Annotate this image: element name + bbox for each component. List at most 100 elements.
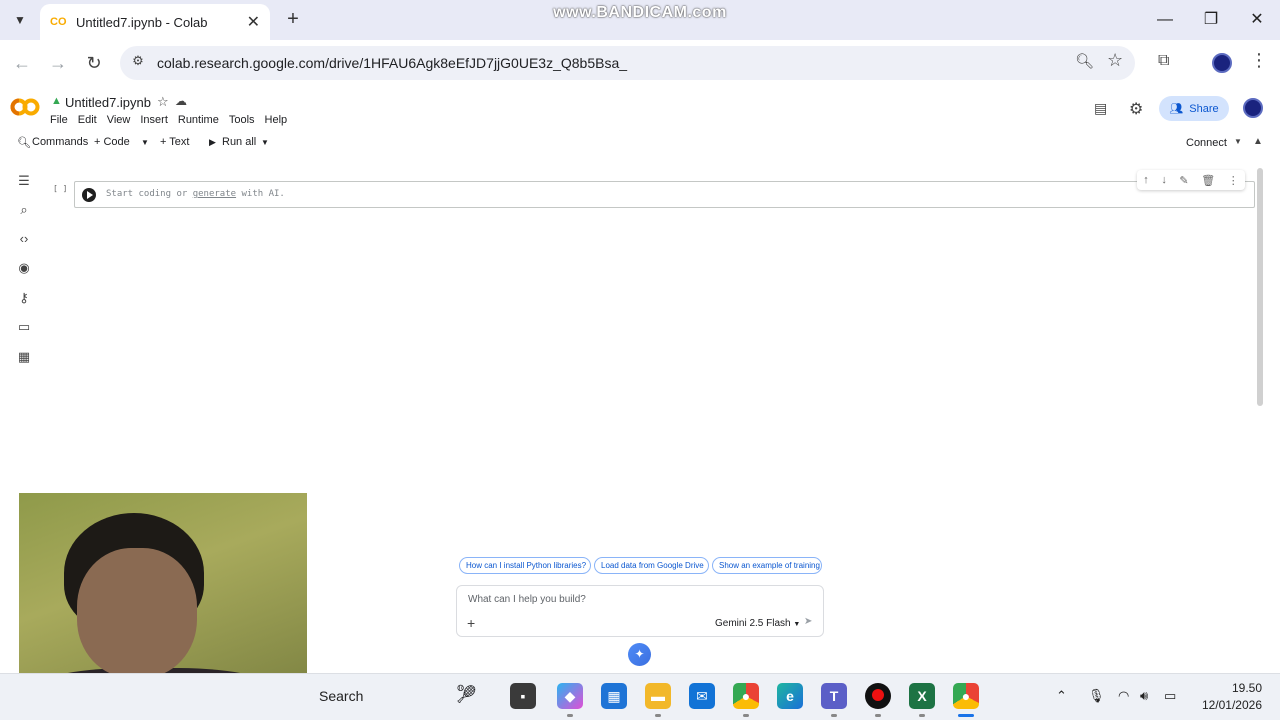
microphone-icon[interactable]: 🎙︎ — [1088, 688, 1105, 704]
model-name: Gemini 2.5 Flash — [715, 618, 791, 629]
zoom-icon[interactable]: 🔍︎ — [1075, 52, 1094, 70]
tray-overflow-icon[interactable]: ⌃ — [1056, 688, 1067, 704]
add-attachment-icon[interactable]: + — [467, 615, 475, 631]
running-indicator — [919, 714, 925, 717]
menu-insert[interactable]: Insert — [140, 114, 168, 128]
code-dropdown-icon[interactable]: ▼ — [141, 138, 149, 147]
forward-arrow-icon[interactable]: → — [46, 52, 70, 76]
recording-watermark: www.BANDICAM.com — [553, 4, 727, 21]
running-indicator — [567, 714, 573, 717]
code-snippets-icon[interactable]: ‹› — [14, 229, 34, 249]
task-view-icon[interactable]: ▪ — [510, 683, 536, 709]
search-highlight-icon: 🎾︎ — [455, 684, 478, 704]
site-info-icon[interactable]: ⚙ — [128, 53, 148, 73]
delete-trash-icon[interactable]: 🗑︎ — [1201, 174, 1215, 187]
model-selector[interactable]: Gemini 2.5 Flash ▼ — [715, 618, 800, 629]
gemini-prompt-box[interactable]: What can I help you build? + Gemini 2.5 … — [456, 585, 824, 637]
add-code-button[interactable]: + Code — [94, 136, 130, 148]
back-arrow-icon[interactable]: ← — [10, 52, 34, 76]
taskbar-search[interactable]: Search — [319, 688, 363, 704]
search-icon[interactable]: 🔍︎ — [17, 136, 31, 149]
browser-tab-strip: ▼ CO Untitled7.ipynb - Colab ✕ + www.BAN… — [0, 0, 1280, 40]
more-options-icon[interactable]: ⋮ — [1228, 174, 1239, 187]
code-cell[interactable]: Start coding or generate with AI. — [74, 181, 1255, 208]
secrets-key-icon[interactable]: ⚷ — [14, 288, 34, 308]
generate-link[interactable]: generate — [193, 189, 236, 199]
run-all-dropdown-icon[interactable]: ▼ — [261, 138, 269, 147]
colab-logo-icon[interactable] — [10, 97, 40, 117]
copilot-icon[interactable]: ◆ — [557, 683, 583, 709]
edge-icon[interactable]: e — [777, 683, 803, 709]
taskbar: Search 🎾︎ ▪ ◆ ▦ ▬ ✉ ● e T X ● ⌃ 🎙︎ ◠ 🔊︎ … — [0, 673, 1280, 720]
chrome-profile-icon[interactable]: ● — [953, 683, 979, 709]
collapse-header-icon[interactable]: ▲ — [1253, 136, 1263, 147]
cell-toolbar: ↑ ↓ ✎ 🗑︎ ⋮ — [1137, 170, 1245, 190]
new-tab-button[interactable]: + — [282, 8, 304, 30]
address-bar[interactable]: ⚙ colab.research.google.com/drive/1HFAU6… — [120, 46, 1135, 80]
add-text-button[interactable]: + Text — [160, 136, 189, 148]
run-all-button[interactable]: Run all — [222, 136, 256, 148]
play-icon: ▶ — [209, 137, 216, 147]
restore-button[interactable]: ❐ — [1196, 8, 1226, 32]
file-explorer-icon[interactable]: ▬ — [645, 683, 671, 709]
suggestion-chip-install[interactable]: How can I install Python libraries? — [459, 557, 591, 574]
menu-help[interactable]: Help — [265, 114, 288, 128]
bookmark-star-icon[interactable]: ☆ — [1107, 50, 1123, 71]
tab-close-icon[interactable]: ✕ — [247, 12, 260, 32]
find-icon[interactable]: ⌕ — [14, 200, 34, 220]
connect-button[interactable]: Connect — [1186, 137, 1227, 149]
url-text[interactable]: colab.research.google.com/drive/1HFAU6Ag… — [157, 55, 627, 71]
browser-tab-active[interactable]: CO Untitled7.ipynb - Colab ✕ — [40, 4, 270, 40]
profile-avatar[interactable] — [1212, 53, 1232, 73]
battery-icon[interactable]: ▭ — [1164, 688, 1176, 704]
browser-menu-icon[interactable]: ⋮ — [1250, 50, 1268, 71]
send-icon[interactable]: ➤ — [804, 616, 812, 627]
files-folder-icon[interactable]: ▭ — [14, 317, 34, 337]
menu-edit[interactable]: Edit — [78, 114, 97, 128]
suggestion-chip-training[interactable]: Show an example of training a — [712, 557, 822, 574]
reload-icon[interactable]: ↻ — [82, 52, 106, 76]
star-icon[interactable]: ☆ — [157, 94, 169, 110]
volume-icon[interactable]: 🔊︎ — [1140, 688, 1148, 704]
extensions-icon[interactable]: ⧉ — [1158, 52, 1169, 70]
move-down-icon[interactable]: ↓ — [1161, 174, 1167, 186]
store-icon[interactable]: ▦ — [601, 683, 627, 709]
window-close-button[interactable]: ✕ — [1242, 8, 1272, 32]
notebook-title[interactable]: Untitled7.ipynb — [65, 95, 151, 110]
comment-icon[interactable]: ▤ — [1094, 100, 1107, 117]
tab-search-dropdown-icon[interactable]: ▼ — [8, 8, 32, 32]
table-of-contents-icon[interactable]: ☰ — [14, 171, 34, 191]
prompt-input[interactable]: What can I help you build? — [468, 594, 586, 605]
menu-runtime[interactable]: Runtime — [178, 114, 219, 128]
edit-pencil-icon[interactable]: ✎ — [1179, 174, 1188, 187]
excel-icon[interactable]: X — [909, 683, 935, 709]
move-up-icon[interactable]: ↑ — [1143, 174, 1149, 186]
run-cell-button[interactable] — [82, 188, 96, 202]
outlook-icon[interactable]: ✉ — [689, 683, 715, 709]
account-avatar[interactable] — [1243, 98, 1263, 118]
gemini-sparkle-button[interactable]: ✦ — [628, 643, 651, 666]
wifi-icon[interactable]: ◠ — [1118, 688, 1129, 704]
menu-file[interactable]: File — [50, 114, 68, 128]
chrome-icon[interactable]: ● — [733, 683, 759, 709]
notebook-toolbar: 🔍︎ Commands + Code ▼ + Text ▶ Run all ▼ — [0, 133, 1280, 153]
drive-icon: ▲ — [51, 95, 62, 107]
menu-view[interactable]: View — [107, 114, 131, 128]
clock-date[interactable]: 12/01/2026 — [1196, 698, 1262, 712]
commands-button[interactable]: Commands — [32, 136, 88, 148]
share-button[interactable]: 👥︎ Share — [1159, 96, 1229, 121]
teams-icon[interactable]: T — [821, 683, 847, 709]
connect-dropdown-icon[interactable]: ▼ — [1234, 137, 1242, 146]
data-table-icon[interactable]: ▦ — [14, 347, 34, 367]
bandicam-record-icon[interactable] — [865, 683, 891, 709]
clock-time[interactable]: 19.50 — [1208, 681, 1262, 695]
variables-icon[interactable]: ◉ — [14, 258, 34, 278]
menu-tools[interactable]: Tools — [229, 114, 255, 128]
cell-placeholder[interactable]: Start coding or generate with AI. — [106, 189, 285, 199]
running-indicator — [743, 714, 749, 717]
suggestion-chip-drive[interactable]: Load data from Google Drive — [594, 557, 709, 574]
minimize-button[interactable]: — — [1150, 8, 1180, 32]
colab-favicon-icon: CO — [50, 16, 67, 28]
scrollbar[interactable] — [1257, 168, 1263, 406]
settings-gear-icon[interactable]: ⚙ — [1129, 99, 1143, 119]
